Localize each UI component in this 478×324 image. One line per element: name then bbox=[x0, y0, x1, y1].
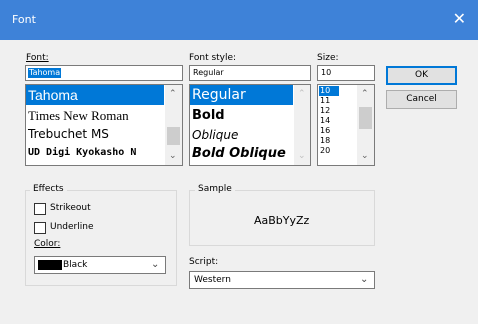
font-list-scrollbar[interactable]: ⌃ ⌄ bbox=[165, 85, 182, 165]
style-item-bold-oblique[interactable]: Bold Oblique bbox=[192, 146, 286, 161]
close-icon[interactable]: ✕ bbox=[453, 11, 466, 27]
font-item-ud-digi-kyokasho[interactable]: UD Digi Kyokasho N bbox=[28, 147, 136, 158]
size-item[interactable]: 16 bbox=[320, 126, 330, 136]
script-value: Western bbox=[194, 275, 231, 285]
font-style-scrollbar[interactable]: ⌃ ⌄ bbox=[294, 85, 310, 165]
size-input[interactable]: 10 bbox=[317, 65, 375, 81]
font-style-list[interactable]: Regular Bold Oblique Bold Oblique ⌃ ⌄ bbox=[189, 84, 311, 166]
size-item[interactable]: 12 bbox=[320, 106, 330, 116]
font-input[interactable]: Tahoma bbox=[25, 65, 183, 81]
strikeout-checkbox[interactable] bbox=[34, 203, 46, 215]
size-label: Size: bbox=[317, 53, 339, 63]
size-list[interactable]: 10 11 12 14 16 18 20 ⌃ ⌄ bbox=[317, 84, 375, 166]
chevron-up-icon[interactable]: ⌃ bbox=[169, 89, 177, 99]
effects-label: Effects bbox=[30, 184, 67, 194]
scroll-thumb[interactable] bbox=[359, 107, 372, 129]
chevron-up-icon[interactable]: ⌃ bbox=[298, 89, 306, 99]
size-item[interactable]: 10 bbox=[320, 86, 330, 96]
underline-label[interactable]: Underline bbox=[50, 222, 93, 232]
script-select[interactable]: Western ⌄ bbox=[189, 271, 375, 289]
size-scrollbar[interactable]: ⌃ ⌄ bbox=[357, 85, 374, 165]
underline-checkbox[interactable] bbox=[34, 222, 46, 234]
style-item-regular[interactable]: Regular bbox=[192, 87, 246, 103]
font-label: Font: bbox=[26, 53, 49, 63]
chevron-up-icon[interactable]: ⌃ bbox=[361, 89, 369, 99]
size-item[interactable]: 18 bbox=[320, 136, 330, 146]
size-item[interactable]: 20 bbox=[320, 146, 330, 156]
font-list[interactable]: Tahoma Times New Roman Trebuchet MS UD D… bbox=[25, 84, 183, 166]
chevron-down-icon[interactable]: ⌄ bbox=[151, 259, 159, 270]
window-title: Font bbox=[12, 13, 36, 26]
font-item-times-new-roman[interactable]: Times New Roman bbox=[28, 108, 129, 124]
font-style-label: Font style: bbox=[189, 53, 237, 63]
scroll-thumb[interactable] bbox=[167, 127, 180, 145]
style-item-oblique[interactable]: Oblique bbox=[192, 128, 238, 142]
font-style-input-value: Regular bbox=[193, 68, 224, 77]
sample-label: Sample bbox=[195, 184, 235, 194]
size-input-value: 10 bbox=[321, 68, 332, 77]
ok-button[interactable]: OK bbox=[386, 66, 457, 85]
chevron-down-icon[interactable]: ⌄ bbox=[169, 151, 177, 161]
style-item-bold[interactable]: Bold bbox=[192, 108, 225, 123]
color-select[interactable]: Black ⌄ bbox=[34, 256, 166, 274]
color-label: Color: bbox=[34, 239, 61, 249]
script-label: Script: bbox=[189, 257, 219, 267]
font-input-value: Tahoma bbox=[28, 68, 62, 78]
cancel-button[interactable]: Cancel bbox=[386, 90, 457, 109]
chevron-down-icon[interactable]: ⌄ bbox=[361, 151, 369, 161]
title-bar: Font ✕ bbox=[0, 0, 478, 40]
color-swatch bbox=[38, 260, 62, 270]
font-item-trebuchet-ms[interactable]: Trebuchet MS bbox=[28, 127, 109, 141]
size-item[interactable]: 11 bbox=[320, 96, 330, 106]
color-value: Black bbox=[63, 260, 88, 270]
chevron-down-icon[interactable]: ⌄ bbox=[360, 274, 368, 285]
strikeout-label[interactable]: Strikeout bbox=[50, 203, 91, 213]
font-style-input[interactable]: Regular bbox=[189, 65, 311, 81]
font-item-tahoma[interactable]: Tahoma bbox=[28, 87, 78, 103]
size-item[interactable]: 14 bbox=[320, 116, 330, 126]
chevron-down-icon[interactable]: ⌄ bbox=[298, 151, 306, 161]
sample-text: AaBbYyZz bbox=[254, 214, 310, 227]
